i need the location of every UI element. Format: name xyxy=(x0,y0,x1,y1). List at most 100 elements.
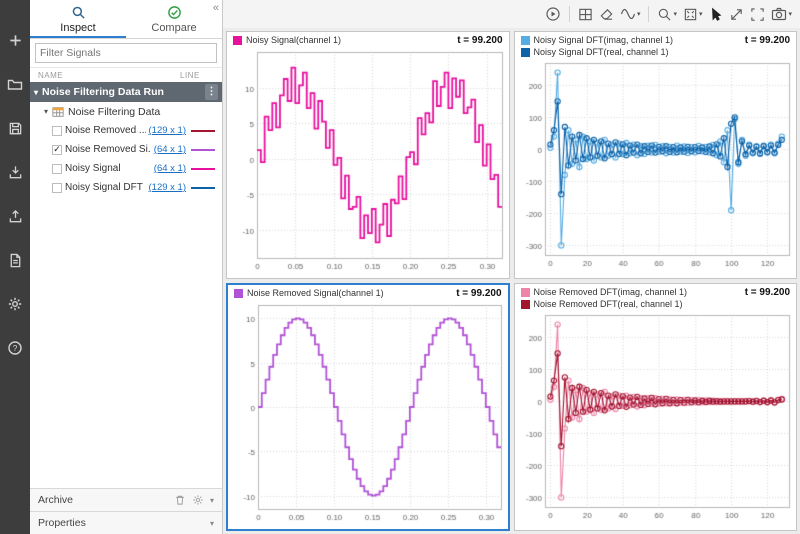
legend-label: Noise Removed DFT(imag, channel 1) xyxy=(533,287,688,297)
legend-item: Noisy Signal DFT(imag, channel 1) xyxy=(520,35,739,45)
report-button[interactable] xyxy=(4,250,26,270)
chevron-down-icon[interactable]: ▾ xyxy=(210,496,214,505)
snapshot-button[interactable]: ▾ xyxy=(769,3,794,25)
signal-row[interactable]: Noisy Signal (64 x 1) xyxy=(30,159,222,178)
signal-name: Noise Removed ... xyxy=(65,125,146,136)
expand-axes-button[interactable] xyxy=(727,3,746,25)
cursor-time: t = 99.200 xyxy=(456,288,502,299)
plot-grid: Noisy Signal(channel 1) t = 99.200 Noisy… xyxy=(223,28,800,534)
noise-removed-dft-canvas[interactable] xyxy=(514,310,796,522)
search-icon xyxy=(72,6,85,19)
archive-bar[interactable]: Archive ▾ xyxy=(30,488,222,511)
panel-tabs: Inspect Compare « xyxy=(30,0,222,39)
archive-label: Archive xyxy=(38,494,74,506)
svg-text:?: ? xyxy=(13,343,18,353)
legend-swatch xyxy=(520,287,530,297)
check-circle-icon xyxy=(167,5,181,19)
gear-icon xyxy=(8,297,22,311)
tab-compare-label: Compare xyxy=(151,21,197,34)
signal-style-button[interactable]: ▾ xyxy=(618,3,643,25)
signal-checkbox[interactable] xyxy=(52,163,62,174)
signal-dims-link[interactable]: (129 x 1) xyxy=(149,182,187,193)
properties-label: Properties xyxy=(38,517,86,529)
legend-item: Noisy Signal DFT(real, channel 1) xyxy=(520,47,739,57)
preferences-button[interactable] xyxy=(4,294,26,314)
help-button[interactable]: ? xyxy=(4,338,26,358)
column-headers: NAME LINE xyxy=(30,68,222,82)
dataset-group[interactable]: ▾ Noise Filtering Data xyxy=(30,102,222,121)
legend-swatch xyxy=(520,299,530,309)
folder-icon xyxy=(7,79,23,90)
plot-noise-removed-signal[interactable]: Noise Removed Signal(channel 1) t = 99.2… xyxy=(226,283,510,531)
filter-row xyxy=(30,39,222,68)
panel-spacer xyxy=(30,197,222,488)
plot-noise-removed-dft[interactable]: Noise Removed DFT(imag, channel 1) Noise… xyxy=(513,283,797,531)
plus-icon xyxy=(9,34,21,46)
toolbar-separator xyxy=(648,6,650,22)
layout-button[interactable] xyxy=(576,3,595,25)
signal-dims-link[interactable]: (64 x 1) xyxy=(154,163,186,174)
chevron-down-icon: ▾ xyxy=(698,11,703,18)
plot-noisy-signal-dft[interactable]: Noisy Signal DFT(imag, channel 1) Noisy … xyxy=(513,31,797,279)
kebab-menu-icon[interactable]: ⋮ xyxy=(205,84,218,100)
add-button[interactable] xyxy=(4,30,26,50)
signal-wave-icon xyxy=(620,8,636,20)
signal-checkbox[interactable]: ✓ xyxy=(52,144,62,155)
signal-line-cell xyxy=(189,186,217,189)
camera-icon xyxy=(772,7,787,21)
fullscreen-button[interactable] xyxy=(748,3,767,25)
save-icon xyxy=(9,122,21,134)
cursor-time: t = 99.200 xyxy=(744,35,790,46)
signal-checkbox[interactable] xyxy=(52,125,62,136)
fit-to-view-button[interactable]: ▾ xyxy=(681,3,705,25)
filter-signals-input[interactable] xyxy=(35,43,217,63)
signal-line-cell xyxy=(189,148,217,151)
plot-header: Noise Removed DFT(imag, channel 1) Noise… xyxy=(515,284,797,310)
cursor-time: t = 99.200 xyxy=(457,35,503,46)
fullscreen-icon xyxy=(751,7,765,21)
open-button[interactable] xyxy=(4,74,26,94)
tab-inspect[interactable]: Inspect xyxy=(30,0,126,38)
noise-removed-signal-canvas[interactable] xyxy=(228,300,508,524)
signal-row[interactable]: ✓ Noise Removed Si... (64 x 1) xyxy=(30,140,222,159)
line-swatch xyxy=(191,186,215,189)
chevron-down-icon: ▾ xyxy=(34,87,39,97)
gear-icon[interactable] xyxy=(192,494,204,506)
zoom-button[interactable]: ▾ xyxy=(655,3,679,25)
signal-checkbox[interactable] xyxy=(52,182,62,193)
column-line: LINE xyxy=(180,71,200,80)
signal-dims-link[interactable]: (64 x 1) xyxy=(154,144,186,155)
simulation-data-inspector: ? Inspect Compare « NAME LINE ▾ Noise Fi… xyxy=(0,0,800,534)
trash-icon[interactable] xyxy=(174,494,186,506)
properties-bar[interactable]: Properties ▾ xyxy=(30,511,222,534)
chevron-down-icon: ▾ xyxy=(636,11,641,18)
fit-view-icon xyxy=(684,8,697,20)
plot-noisy-signal[interactable]: Noisy Signal(channel 1) t = 99.200 xyxy=(226,31,510,279)
import-button[interactable] xyxy=(4,162,26,182)
collapse-panel-icon[interactable]: « xyxy=(213,2,219,14)
legend-item: Noise Removed DFT(imag, channel 1) xyxy=(520,287,739,297)
legend-label: Noisy Signal DFT(real, channel 1) xyxy=(533,47,669,57)
play-circle-button[interactable] xyxy=(543,3,563,25)
noisy-signal-dft-canvas[interactable] xyxy=(514,58,796,270)
clear-plots-button[interactable] xyxy=(597,3,616,25)
plot-area: ▾ ▾ ▾ ▾ Noisy Signal(channel 1) t = 99.2… xyxy=(223,0,800,534)
tab-compare[interactable]: Compare xyxy=(126,0,222,38)
layout-grid-icon xyxy=(579,8,592,20)
legend-swatch xyxy=(234,288,243,298)
export-button[interactable] xyxy=(4,206,26,226)
signal-dims-link[interactable]: (129 x 1) xyxy=(149,125,187,136)
signal-row[interactable]: Noise Removed ... (129 x 1) xyxy=(30,121,222,140)
noisy-signal-canvas[interactable] xyxy=(227,47,509,273)
legend-label: Noisy Signal DFT(imag, channel 1) xyxy=(533,35,674,45)
pointer-button[interactable] xyxy=(706,3,725,25)
chevron-down-icon[interactable]: ▾ xyxy=(210,519,214,528)
run-label: Noise Filtering Data Run xyxy=(42,86,164,98)
expand-diagonal-icon xyxy=(731,8,743,20)
cursor-time: t = 99.200 xyxy=(744,287,790,298)
legend-swatch xyxy=(233,35,242,45)
signal-row[interactable]: Noisy Signal DFT (129 x 1) xyxy=(30,178,222,197)
run-header[interactable]: ▾ Noise Filtering Data Run ⋮ xyxy=(30,82,222,102)
toolbar-separator xyxy=(568,6,570,22)
save-button[interactable] xyxy=(4,118,26,138)
